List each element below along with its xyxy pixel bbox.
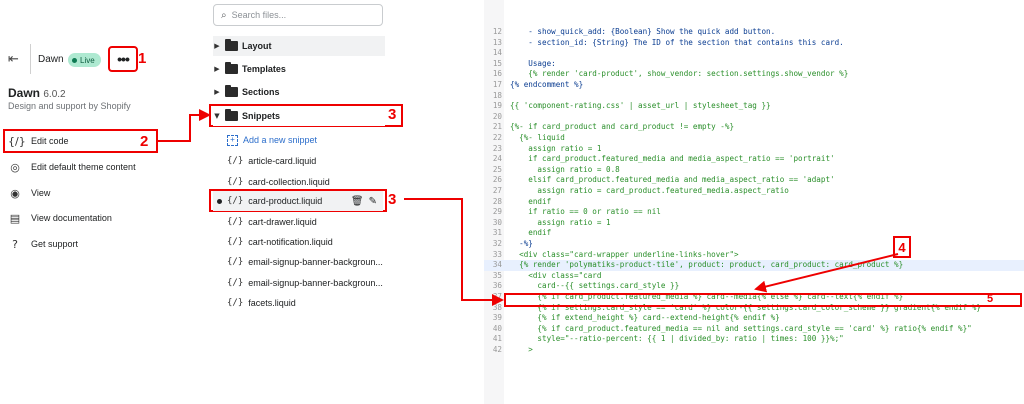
annotation-arrows — [158, 109, 899, 306]
arrow-card-product-to-code — [404, 198, 504, 306]
arrow-edit-code-to-snippets — [158, 109, 211, 142]
arrow-annotation-4 — [754, 253, 899, 293]
